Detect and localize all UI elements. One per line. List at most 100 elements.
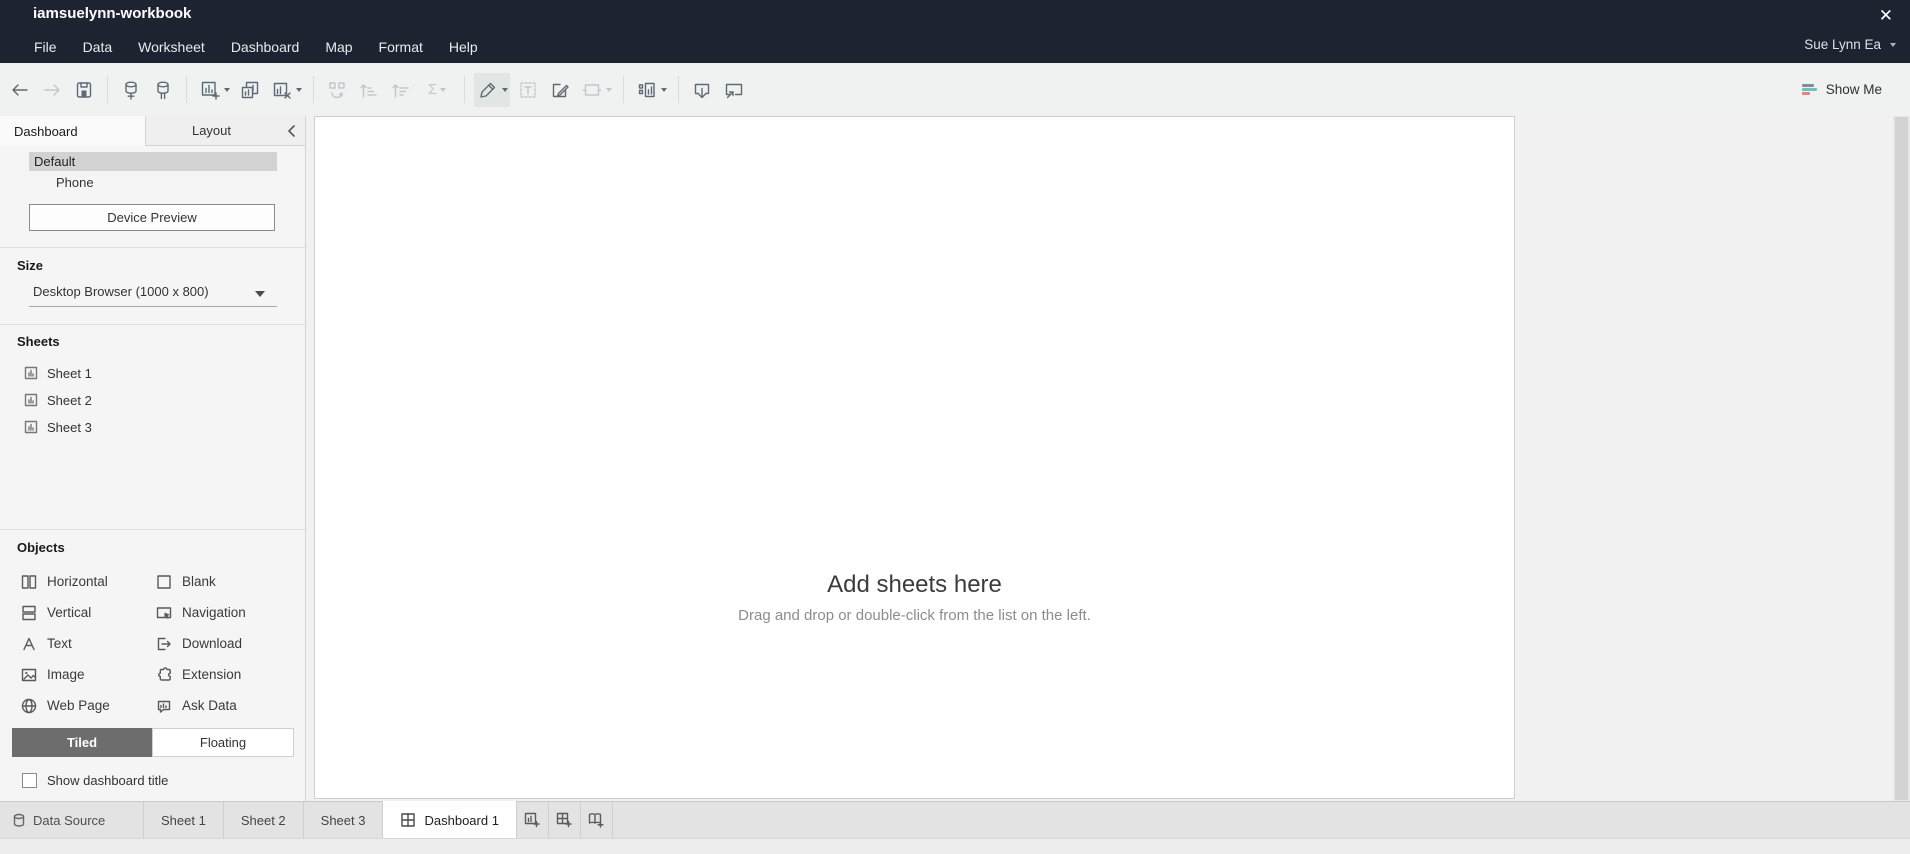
tab-label: Sheet 1 bbox=[161, 812, 206, 828]
swap-rows-columns-icon bbox=[329, 81, 345, 98]
menu-format[interactable]: Format bbox=[366, 36, 436, 58]
chevron-down-icon bbox=[255, 291, 265, 297]
chevron-down-icon bbox=[295, 87, 302, 92]
pause-auto-updates-button[interactable] bbox=[149, 73, 177, 107]
menu-map[interactable]: Map bbox=[312, 36, 365, 58]
device-preview-button[interactable]: Device Preview bbox=[29, 204, 275, 231]
download-icon bbox=[157, 637, 171, 650]
redo-button[interactable] bbox=[38, 73, 66, 107]
workbook-title: iamsuelynn-workbook bbox=[33, 5, 192, 22]
object-navigation[interactable]: Navigation bbox=[155, 597, 297, 628]
scrollbar-thumb[interactable] bbox=[1895, 117, 1908, 800]
collapse-pane-button[interactable] bbox=[277, 116, 305, 146]
menu-worksheet[interactable]: Worksheet bbox=[125, 36, 218, 58]
dashboard-grid-icon bbox=[401, 813, 416, 827]
sheet-tab-bar: Data Source Sheet 1 Sheet 2 Sheet 3 Dash… bbox=[0, 801, 1910, 838]
object-horizontal[interactable]: Horizontal bbox=[20, 566, 155, 597]
highlight-button[interactable] bbox=[474, 72, 510, 107]
new-worksheet-tab-button[interactable] bbox=[517, 802, 549, 838]
new-worksheet-button[interactable] bbox=[196, 73, 232, 107]
data-source-icon bbox=[13, 813, 25, 827]
tiled-toggle[interactable]: Tiled bbox=[12, 728, 152, 757]
device-item-default[interactable]: Default bbox=[29, 152, 277, 171]
sort-descending-button[interactable] bbox=[387, 73, 415, 107]
fit-selector-icon bbox=[638, 82, 655, 97]
format-borders-button[interactable] bbox=[578, 73, 614, 107]
tab-dashboard-1[interactable]: Dashboard 1 bbox=[383, 801, 517, 838]
ask-data-icon bbox=[157, 700, 171, 713]
show-mark-labels-icon bbox=[520, 81, 536, 98]
object-web-page[interactable]: Web Page bbox=[20, 690, 155, 721]
size-dropdown[interactable]: Desktop Browser (1000 x 800) bbox=[29, 284, 277, 307]
save-button[interactable] bbox=[70, 73, 98, 107]
chevron-down-icon bbox=[501, 87, 508, 92]
clear-sheet-button[interactable] bbox=[268, 73, 304, 107]
new-worksheet-icon bbox=[201, 81, 220, 100]
duplicate-sheet-button[interactable] bbox=[236, 73, 264, 107]
object-label: Image bbox=[47, 667, 85, 682]
tab-layout[interactable]: Layout bbox=[146, 116, 277, 146]
totals-button[interactable]: Σ bbox=[419, 73, 455, 107]
undo-button[interactable] bbox=[6, 73, 34, 107]
vertical-scrollbar[interactable] bbox=[1893, 116, 1910, 801]
sheet-list-item[interactable]: Sheet 3 bbox=[24, 415, 92, 439]
show-me-label: Show Me bbox=[1825, 82, 1882, 97]
vertical-layout-icon bbox=[22, 605, 36, 620]
presentation-mode-icon bbox=[725, 83, 743, 98]
menubar: File Data Worksheet Dashboard Map Format… bbox=[21, 36, 491, 58]
object-ask-data[interactable]: Ask Data bbox=[155, 690, 297, 721]
object-extension[interactable]: Extension bbox=[155, 659, 297, 690]
sheets-heading: Sheets bbox=[17, 334, 60, 349]
tab-sheet-1[interactable]: Sheet 1 bbox=[143, 802, 223, 838]
sheet-list-item[interactable]: Sheet 2 bbox=[24, 388, 92, 412]
tab-sheet-3[interactable]: Sheet 3 bbox=[302, 802, 384, 838]
toolbar-divider bbox=[464, 76, 465, 103]
menu-dashboard[interactable]: Dashboard bbox=[218, 36, 313, 58]
new-data-source-button[interactable] bbox=[117, 73, 145, 107]
sort-ascending-button[interactable] bbox=[355, 73, 383, 107]
fix-axes-button[interactable] bbox=[546, 73, 574, 107]
user-account-menu[interactable]: Sue Lynn Ea bbox=[1804, 37, 1896, 52]
publish-button[interactable] bbox=[688, 73, 716, 107]
format-borders-icon bbox=[582, 83, 601, 96]
sort-ascending-icon bbox=[360, 83, 377, 98]
menu-file[interactable]: File bbox=[21, 36, 70, 58]
object-text[interactable]: Text bbox=[20, 628, 155, 659]
objects-heading: Objects bbox=[17, 540, 65, 555]
object-download[interactable]: Download bbox=[155, 628, 297, 659]
toolbar-divider bbox=[107, 76, 108, 103]
fit-selector-button[interactable] bbox=[633, 73, 669, 107]
extension-icon bbox=[158, 666, 171, 681]
show-dashboard-title-checkbox[interactable] bbox=[22, 773, 37, 788]
floating-toggle[interactable]: Floating bbox=[152, 728, 294, 757]
close-icon[interactable]: ✕ bbox=[1873, 4, 1899, 28]
image-icon bbox=[21, 668, 37, 681]
show-me-button[interactable]: Show Me bbox=[1801, 82, 1882, 97]
clear-sheet-icon bbox=[273, 82, 291, 99]
object-label: Extension bbox=[182, 667, 242, 682]
sheet-list-item[interactable]: Sheet 1 bbox=[24, 361, 92, 385]
tab-label: Sheet 2 bbox=[240, 812, 286, 828]
tab-dashboard[interactable]: Dashboard bbox=[0, 116, 146, 146]
toolbar: Σ Show Me bbox=[0, 63, 1910, 116]
swap-rows-columns-button[interactable] bbox=[323, 73, 351, 107]
new-story-tab-button[interactable] bbox=[581, 802, 613, 838]
size-heading: Size bbox=[17, 258, 44, 273]
object-label: Web Page bbox=[47, 698, 110, 713]
tab-sheet-2[interactable]: Sheet 2 bbox=[222, 802, 303, 838]
navigation-icon bbox=[156, 606, 172, 619]
canvas-subtitle: Drag and drop or double-click from the l… bbox=[738, 607, 1091, 624]
object-image[interactable]: Image bbox=[20, 659, 155, 690]
menu-help[interactable]: Help bbox=[436, 36, 491, 58]
presentation-mode-button[interactable] bbox=[720, 73, 748, 107]
show-dashboard-title-row[interactable]: Show dashboard title bbox=[22, 773, 168, 788]
object-blank[interactable]: Blank bbox=[155, 566, 297, 597]
sort-descending-icon bbox=[392, 83, 409, 98]
device-item-phone[interactable]: Phone bbox=[29, 173, 277, 192]
dashboard-canvas[interactable]: Add sheets here Drag and drop or double-… bbox=[314, 116, 1515, 799]
data-source-tab[interactable]: Data Source bbox=[0, 802, 143, 838]
new-dashboard-tab-button[interactable] bbox=[549, 802, 581, 838]
object-vertical[interactable]: Vertical bbox=[20, 597, 155, 628]
show-mark-labels-button[interactable] bbox=[514, 73, 542, 107]
menu-data[interactable]: Data bbox=[70, 36, 126, 58]
